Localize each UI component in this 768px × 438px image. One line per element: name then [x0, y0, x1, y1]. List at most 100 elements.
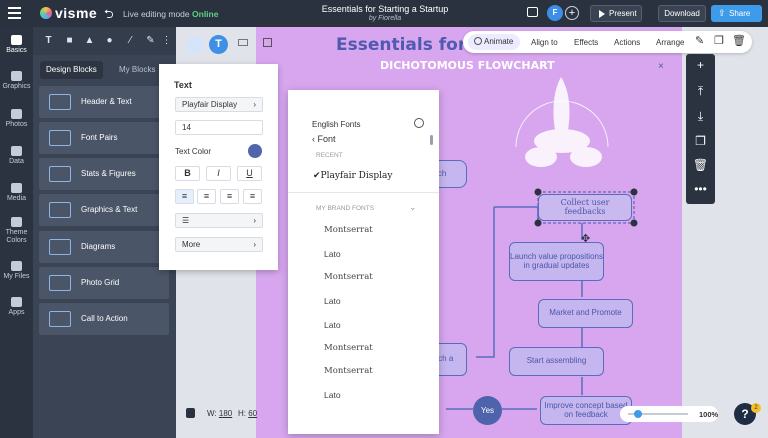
arrange-button[interactable]: Arrange: [656, 38, 684, 47]
circle-tool-icon[interactable]: ●: [104, 35, 115, 46]
frame-icon[interactable]: [238, 39, 248, 46]
font-size-input[interactable]: 14: [175, 120, 263, 135]
font-item[interactable]: Montserrat: [324, 366, 373, 376]
duplicate-icon[interactable]: ❐: [714, 34, 724, 47]
justify-icon[interactable]: ≡: [243, 189, 262, 204]
block-graphics-text[interactable]: Graphics & Text: [39, 194, 169, 226]
layers-icon[interactable]: [263, 38, 272, 47]
underline-button[interactable]: U: [237, 166, 262, 181]
move-down-icon[interactable]: ⤓: [686, 109, 715, 124]
node-improve-concept[interactable]: Improve concept based on feedback: [540, 396, 632, 425]
block-diagrams[interactable]: Diagrams: [39, 231, 169, 263]
more-button[interactable]: More ›: [175, 237, 263, 252]
scrollbar[interactable]: [430, 135, 433, 145]
basics-icon: [11, 35, 22, 45]
font-select[interactable]: Playfair Display ›: [175, 97, 263, 112]
block-stats-figures[interactable]: Stats & Figures: [39, 158, 169, 190]
block-photo-grid[interactable]: Photo Grid: [39, 267, 169, 299]
height-readout[interactable]: H: 60: [238, 409, 257, 418]
block-font-pairs[interactable]: Font Pairs: [39, 122, 169, 154]
font-item[interactable]: Montserrat: [324, 225, 373, 235]
align-right-icon[interactable]: ≡: [220, 189, 239, 204]
trash-icon[interactable]: 🗑: [732, 34, 746, 47]
effects-button[interactable]: Effects: [574, 38, 598, 47]
graphics-text-icon: [49, 202, 71, 218]
list-icon: ☰: [182, 216, 190, 225]
more-icon[interactable]: •••: [686, 182, 715, 196]
pen-tool-icon[interactable]: ✎: [145, 35, 156, 46]
color-swatch[interactable]: [186, 36, 204, 54]
font-item[interactable]: Lato: [324, 249, 341, 259]
rail-item-theme-colors[interactable]: Theme Colors: [0, 217, 33, 244]
rail-item-graphics[interactable]: Graphics: [0, 71, 33, 90]
list-style-select[interactable]: ☰ ›: [175, 213, 263, 228]
move-up-icon[interactable]: ⤒: [686, 84, 715, 99]
recent-font-item[interactable]: ✔Playfair Display: [313, 171, 392, 181]
document-title[interactable]: Essentials for Starting a Startup: [290, 4, 480, 14]
brush-icon[interactable]: ✎: [695, 34, 704, 47]
download-button[interactable]: Download: [658, 5, 706, 22]
globe-icon[interactable]: [414, 118, 424, 128]
chevron-right-icon: ›: [253, 216, 256, 225]
align-left-icon[interactable]: ≡: [175, 189, 194, 204]
visme-logo[interactable]: visme: [40, 5, 97, 21]
add-icon[interactable]: +: [686, 58, 715, 72]
more-tools-icon[interactable]: ⋮: [161, 35, 172, 46]
font-item[interactable]: Lato: [324, 390, 341, 400]
text-color-label: Text Color: [175, 147, 212, 156]
font-item[interactable]: Lato: [324, 320, 341, 330]
rail-item-data[interactable]: Data: [0, 146, 33, 165]
text-tool-icon[interactable]: T: [43, 35, 54, 46]
tab-my-blocks[interactable]: My Blocks: [113, 61, 161, 79]
font-back-button[interactable]: ‹ Font: [312, 134, 336, 144]
stats-icon: [49, 166, 71, 182]
notification-badge: 2: [751, 403, 761, 413]
block-header-text[interactable]: Header & Text: [39, 86, 169, 118]
share-button[interactable]: Share: [711, 5, 762, 22]
zoom-slider-handle[interactable]: [634, 410, 642, 418]
align-center-icon[interactable]: ≡: [197, 189, 216, 204]
present-button[interactable]: Present: [590, 5, 642, 22]
font-item[interactable]: Montserrat: [324, 272, 373, 282]
node-market-promote[interactable]: Market and Promote: [538, 299, 633, 328]
font-dropdown: [288, 90, 439, 434]
rail-item-photos[interactable]: Photos: [0, 109, 33, 128]
rocket-illustration: [525, 77, 602, 167]
rail-item-my-files[interactable]: My Files: [0, 261, 33, 280]
align-to-button[interactable]: Align to: [531, 38, 558, 47]
rectangle-tool-icon[interactable]: ■: [64, 35, 75, 46]
close-icon[interactable]: ×: [658, 61, 664, 72]
undo-icon[interactable]: ⮌: [104, 5, 114, 26]
delete-icon[interactable]: 🗑: [686, 158, 715, 172]
width-readout[interactable]: W: 180: [207, 409, 232, 418]
node-launch-value[interactable]: Launch value propositions in gradual upd…: [509, 242, 604, 281]
block-call-to-action[interactable]: Call to Action: [39, 303, 169, 335]
line-tool-icon[interactable]: ⁄: [125, 35, 136, 46]
copy-icon[interactable]: ❐: [686, 134, 715, 148]
lock-icon[interactable]: [186, 408, 195, 418]
font-item[interactable]: Montserrat: [324, 343, 373, 353]
node-yes[interactable]: Yes: [473, 396, 502, 425]
text-color-swatch[interactable]: [248, 144, 262, 158]
rail-item-basics[interactable]: Basics: [0, 35, 33, 54]
avatar[interactable]: F: [547, 5, 563, 21]
node-collect-feedback[interactable]: Collect user feedbacks: [538, 194, 632, 221]
chevron-down-icon[interactable]: ⌄: [409, 202, 417, 213]
text-settings-button[interactable]: T: [209, 35, 228, 54]
font-item[interactable]: Lato: [324, 296, 341, 306]
node-start-assembling[interactable]: Start assembling: [509, 347, 604, 376]
comment-icon[interactable]: [527, 7, 538, 17]
actions-button[interactable]: Actions: [614, 38, 640, 47]
recent-label: RECENT: [316, 152, 343, 159]
menu-icon[interactable]: [8, 7, 21, 19]
italic-button[interactable]: I: [206, 166, 231, 181]
move-handle-icon[interactable]: ✥: [581, 232, 590, 245]
logo-icon: [40, 7, 52, 19]
tab-design-blocks[interactable]: Design Blocks: [40, 61, 103, 79]
rail-item-media[interactable]: Media: [0, 183, 33, 202]
triangle-tool-icon[interactable]: ▲: [84, 35, 95, 46]
add-collaborator-button[interactable]: +: [565, 6, 579, 20]
bold-button[interactable]: B: [175, 166, 200, 181]
rail-item-apps[interactable]: Apps: [0, 297, 33, 316]
cursor-icon: [49, 311, 71, 327]
